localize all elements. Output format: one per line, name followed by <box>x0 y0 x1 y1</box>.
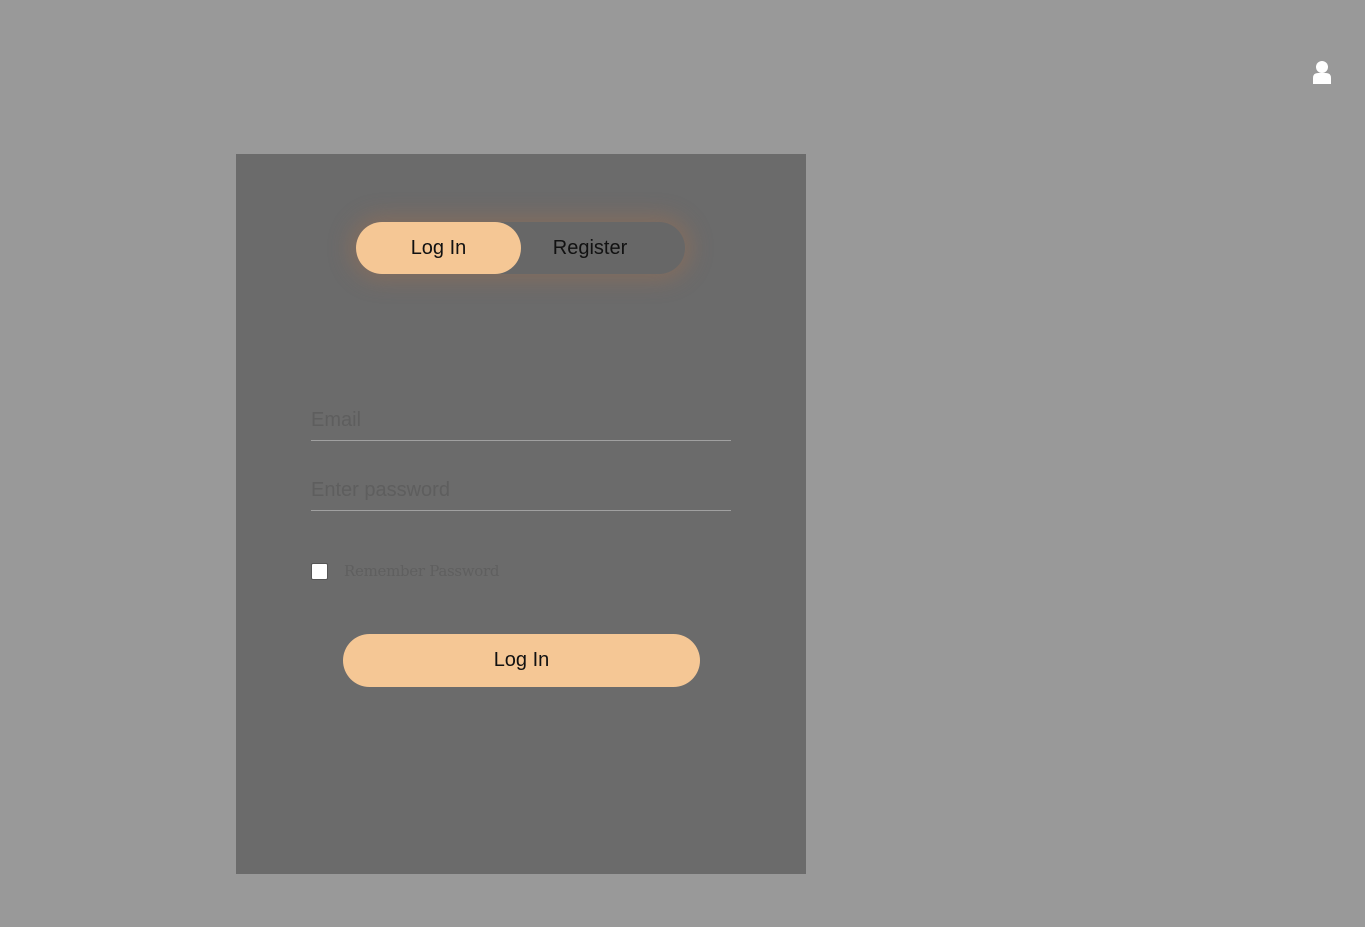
auth-mode-toggle: Log In Register <box>356 222 685 274</box>
remember-password-label: Remember Password <box>344 562 500 580</box>
remember-password-checkbox[interactable] <box>311 562 328 580</box>
email-input[interactable] <box>311 400 731 441</box>
password-input[interactable] <box>311 470 731 511</box>
tab-login[interactable]: Log In <box>356 222 521 274</box>
user-account-button[interactable] <box>1310 58 1334 86</box>
page: Log In Register Remember Password Log In <box>0 0 1365 927</box>
tab-register[interactable]: Register <box>521 222 659 274</box>
login-submit-button[interactable]: Log In <box>343 634 700 687</box>
user-icon <box>1313 61 1331 84</box>
auth-panel: Log In Register Remember Password Log In <box>236 154 806 874</box>
remember-password-row: Remember Password <box>311 562 500 580</box>
